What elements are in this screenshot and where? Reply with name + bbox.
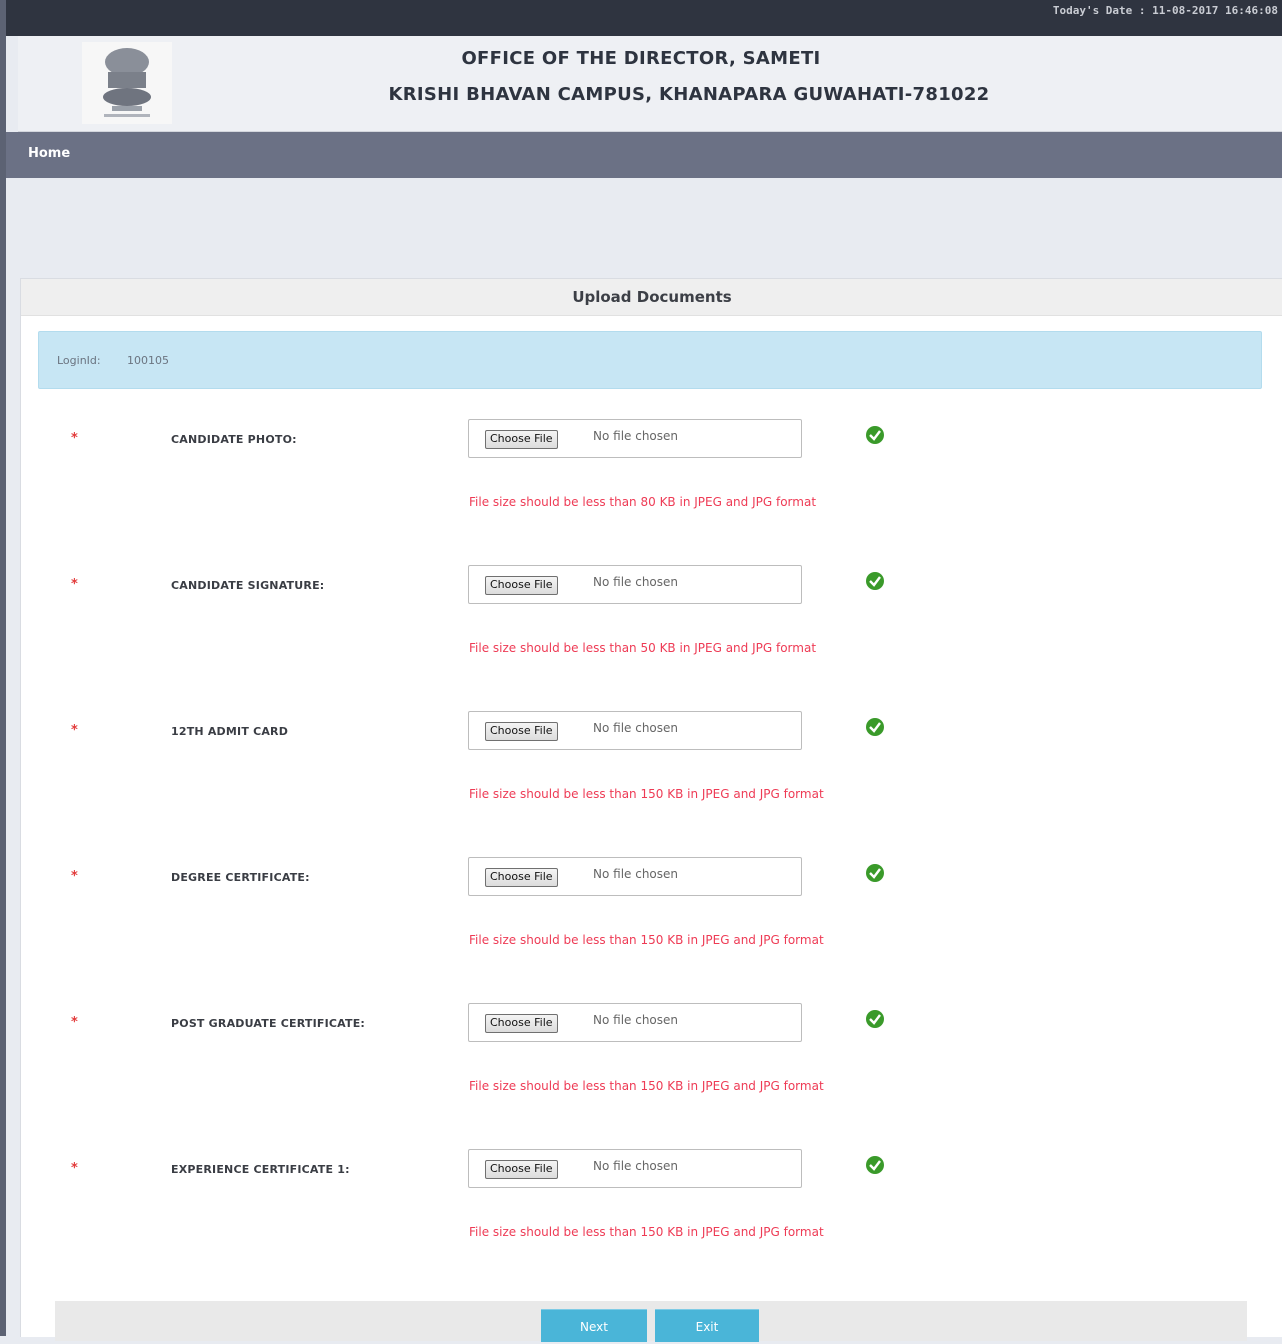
- field-label: DEGREE CERTIFICATE:: [171, 871, 310, 884]
- upload-row-post-graduate-certificate: * POST GRADUATE CERTIFICATE: Choose File…: [21, 1003, 1282, 1161]
- choose-file-button[interactable]: Choose File: [485, 722, 558, 741]
- required-marker: *: [71, 577, 78, 592]
- next-button[interactable]: Next: [541, 1309, 647, 1342]
- file-size-hint: File size should be less than 150 KB in …: [469, 787, 824, 801]
- upload-row-candidate-photo: * CANDIDATE PHOTO: Choose File No file c…: [21, 419, 1282, 577]
- check-circle-icon: [866, 718, 884, 736]
- top-bar: Today's Date : 11-08-2017 16:46:08: [6, 0, 1282, 36]
- file-size-hint: File size should be less than 150 KB in …: [469, 1079, 824, 1093]
- file-status: No file chosen: [593, 721, 679, 735]
- required-marker: *: [71, 1015, 78, 1030]
- upload-row-candidate-signature: * CANDIDATE SIGNATURE: Choose File No fi…: [21, 565, 1282, 723]
- file-size-hint: File size should be less than 150 KB in …: [469, 1225, 824, 1239]
- choose-file-button[interactable]: Choose File: [485, 576, 558, 595]
- file-input-degree-certificate[interactable]: Choose File No file chosen: [468, 857, 802, 896]
- file-size-hint: File size should be less than 80 KB in J…: [469, 495, 817, 509]
- file-status: No file chosen: [593, 1013, 679, 1027]
- check-circle-icon: [866, 1156, 884, 1174]
- upload-row-12th-admit-card: * 12TH ADMIT CARD Choose File No file ch…: [21, 711, 1282, 869]
- required-marker: *: [71, 1161, 78, 1176]
- required-marker: *: [71, 431, 78, 446]
- required-marker: *: [71, 723, 78, 738]
- nav-home-link[interactable]: Home: [28, 146, 70, 161]
- file-input-candidate-photo[interactable]: Choose File No file chosen: [468, 419, 802, 458]
- login-id-label: LoginId:: [57, 354, 101, 367]
- file-status: No file chosen: [593, 575, 679, 589]
- file-input-candidate-signature[interactable]: Choose File No file chosen: [468, 565, 802, 604]
- required-marker: *: [71, 869, 78, 884]
- choose-file-button[interactable]: Choose File: [485, 1160, 558, 1179]
- check-circle-icon: [866, 426, 884, 444]
- field-label: EXPERIENCE CERTIFICATE 1:: [171, 1163, 350, 1176]
- file-input-experience-certificate-1[interactable]: Choose File No file chosen: [468, 1149, 802, 1188]
- file-status: No file chosen: [593, 429, 679, 443]
- check-circle-icon: [866, 1010, 884, 1028]
- choose-file-button[interactable]: Choose File: [485, 1014, 558, 1033]
- file-input-post-graduate-certificate[interactable]: Choose File No file chosen: [468, 1003, 802, 1042]
- file-size-hint: File size should be less than 50 KB in J…: [469, 641, 817, 655]
- choose-file-button[interactable]: Choose File: [485, 868, 558, 887]
- upload-row-degree-certificate: * DEGREE CERTIFICATE: Choose File No fil…: [21, 857, 1282, 1015]
- field-label: CANDIDATE PHOTO:: [171, 433, 297, 446]
- check-circle-icon: [866, 572, 884, 590]
- panel-title: Upload Documents: [572, 288, 732, 306]
- file-size-hint: File size should be less than 150 KB in …: [469, 933, 824, 947]
- login-id-value: 100105: [127, 354, 169, 367]
- file-status: No file chosen: [593, 1159, 679, 1173]
- field-label: CANDIDATE SIGNATURE:: [171, 579, 325, 592]
- file-input-12th-admit-card[interactable]: Choose File No file chosen: [468, 711, 802, 750]
- choose-file-button[interactable]: Choose File: [485, 430, 558, 449]
- upload-row-experience-certificate-1: * EXPERIENCE CERTIFICATE 1: Choose File …: [21, 1149, 1282, 1307]
- nav-bar: Home: [6, 132, 1282, 178]
- org-title: OFFICE OF THE DIRECTOR, SAMETI: [461, 48, 821, 69]
- field-label: 12TH ADMIT CARD: [171, 725, 289, 738]
- upload-panel: Upload Documents LoginId: 100105 * CANDI…: [20, 278, 1282, 1342]
- exit-button[interactable]: Exit: [655, 1309, 759, 1342]
- window-left-edge: [0, 0, 6, 1336]
- field-label: POST GRADUATE CERTIFICATE:: [171, 1017, 366, 1030]
- file-status: No file chosen: [593, 867, 679, 881]
- check-circle-icon: [866, 864, 884, 882]
- org-address: KRISHI BHAVAN CAMPUS, KHANAPARA GUWAHATI…: [388, 84, 990, 105]
- current-date: Today's Date : 11-08-2017 16:46:08: [1052, 4, 1278, 17]
- login-info-box: LoginId: 100105: [38, 331, 1262, 389]
- action-bar: Next Exit: [55, 1301, 1247, 1342]
- panel-header: Upload Documents: [21, 279, 1282, 316]
